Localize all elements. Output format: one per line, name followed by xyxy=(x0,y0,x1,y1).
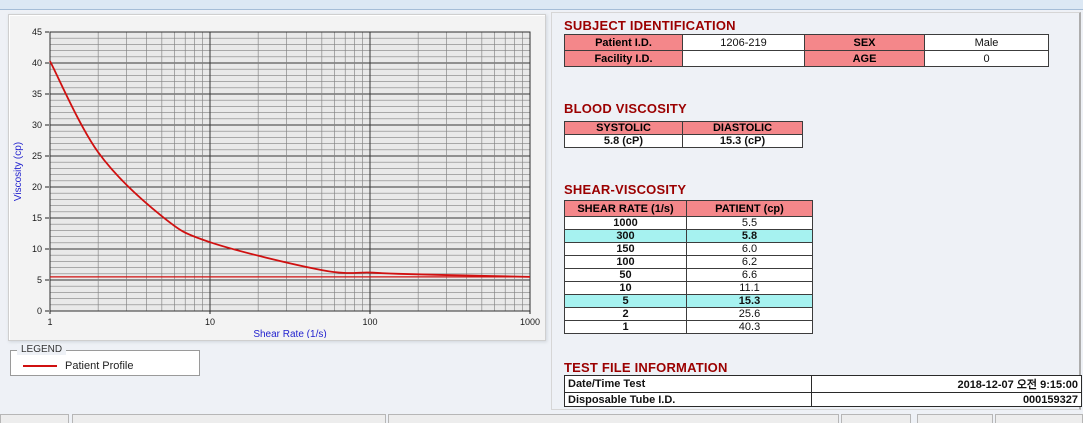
svg-text:45: 45 xyxy=(32,27,42,37)
patient-viscosity-cell: 40.3 xyxy=(686,320,813,334)
table-row: SYSTOLIC DIASTOLIC xyxy=(564,121,803,135)
svg-text:10: 10 xyxy=(205,317,215,327)
window-top-bar xyxy=(0,0,1083,10)
table-row: Patient I.D. 1206-219 SEX Male xyxy=(564,34,1049,51)
shear-viscosity-chart: 0 5 10 15 20 25 30 35 40 45 1 10 100 1000 Shear Rate (… xyxy=(13,27,540,338)
patient-viscosity-cell: 5.5 xyxy=(686,216,813,230)
facility-id-label: Facility I.D. xyxy=(564,50,683,67)
shear-rate-cell: 150 xyxy=(564,242,687,256)
shear-rate-cell: 1000 xyxy=(564,216,687,230)
table-row: 1 40.3 xyxy=(564,320,813,334)
subject-identification-title: SUBJECT IDENTIFICATION xyxy=(564,18,736,33)
patient-viscosity-cell: 6.2 xyxy=(686,255,813,269)
svg-text:35: 35 xyxy=(32,89,42,99)
test-file-information-title: TEST FILE INFORMATION xyxy=(564,360,728,375)
shear-viscosity-table: SHEAR RATE (1/s) PATIENT (cp) 1000 5.5 30… xyxy=(564,200,813,334)
table-row: 50 6.6 xyxy=(564,268,813,282)
svg-text:1: 1 xyxy=(47,317,52,327)
table-row: 5.8 (cP) 15.3 (cP) xyxy=(564,134,803,148)
shear-rate-cell: 1 xyxy=(564,320,687,334)
svg-text:1000: 1000 xyxy=(520,317,540,327)
table-row: 100 6.2 xyxy=(564,255,813,269)
patient-column-header: PATIENT (cp) xyxy=(686,200,813,217)
table-row: Date/Time Test 2018-12-07 오전 9:15:00 xyxy=(564,375,1082,393)
svg-text:Viscosity (cp): Viscosity (cp) xyxy=(13,142,24,201)
table-row: 2 25.6 xyxy=(564,307,813,321)
svg-text:5: 5 xyxy=(37,275,42,285)
table-row: 1000 5.5 xyxy=(564,216,813,230)
shear-rate-column-header: SHEAR RATE (1/s) xyxy=(564,200,687,217)
legend-line-swatch xyxy=(23,365,57,367)
table-row: 150 6.0 xyxy=(564,242,813,256)
blood-viscosity-title: BLOOD VISCOSITY xyxy=(564,101,687,116)
legend-entry: Patient Profile xyxy=(23,360,133,372)
sex-value: Male xyxy=(924,34,1049,51)
svg-text:15: 15 xyxy=(32,213,42,223)
patient-viscosity-cell: 15.3 xyxy=(686,294,813,308)
svg-text:0: 0 xyxy=(37,306,42,316)
svg-text:10: 10 xyxy=(32,244,42,254)
viscosity-chart-panel: 0 5 10 15 20 25 30 35 40 45 1 10 100 1000 Shear Rate (… xyxy=(8,14,546,341)
age-value: 0 xyxy=(924,50,1049,67)
patient-id-label: Patient I.D. xyxy=(564,34,683,51)
legend-series-label: Patient Profile xyxy=(65,360,134,372)
shear-rate-cell: 300 xyxy=(564,229,687,243)
shear-rate-cell: 2 xyxy=(564,307,687,321)
date-time-test-value: 2018-12-07 오전 9:15:00 xyxy=(811,375,1082,393)
patient-viscosity-cell: 6.6 xyxy=(686,268,813,282)
bottom-bar-segment-5[interactable] xyxy=(917,414,993,423)
disposable-tube-id-value: 000159327 xyxy=(811,392,1082,407)
sex-label: SEX xyxy=(804,34,925,51)
table-header-row: SHEAR RATE (1/s) PATIENT (cp) xyxy=(564,200,813,217)
date-time-test-label: Date/Time Test xyxy=(564,375,812,393)
svg-text:40: 40 xyxy=(32,58,42,68)
svg-text:100: 100 xyxy=(362,317,377,327)
bottom-bar-segment-4[interactable] xyxy=(841,414,911,423)
patient-id-value: 1206-219 xyxy=(682,34,805,51)
report-panel: SUBJECT IDENTIFICATION Patient I.D. 1206… xyxy=(551,12,1082,410)
table-row: Facility I.D. AGE 0 xyxy=(564,50,1049,67)
diastolic-label: DIASTOLIC xyxy=(682,121,803,135)
patient-viscosity-cell: 5.8 xyxy=(686,229,813,243)
legend-caption: LEGEND xyxy=(17,344,67,355)
patient-viscosity-cell: 6.0 xyxy=(686,242,813,256)
shear-rate-cell: 100 xyxy=(564,255,687,269)
patient-viscosity-cell: 11.1 xyxy=(686,281,813,295)
patient-viscosity-cell: 25.6 xyxy=(686,307,813,321)
table-row: 300 5.8 xyxy=(564,229,813,243)
bottom-bar-segment-2[interactable] xyxy=(72,414,386,423)
disposable-tube-id-label: Disposable Tube I.D. xyxy=(564,392,812,407)
diastolic-value: 15.3 (cP) xyxy=(682,134,803,148)
svg-text:20: 20 xyxy=(32,182,42,192)
shear-rate-cell: 50 xyxy=(564,268,687,282)
systolic-label: SYSTOLIC xyxy=(564,121,683,135)
systolic-value: 5.8 (cP) xyxy=(564,134,683,148)
svg-text:25: 25 xyxy=(32,151,42,161)
shear-rate-cell: 5 xyxy=(564,294,687,308)
table-row: 5 15.3 xyxy=(564,294,813,308)
bottom-bar-segment-3[interactable] xyxy=(388,414,839,423)
blood-viscosity-table: SYSTOLIC DIASTOLIC 5.8 (cP) 15.3 (cP) xyxy=(564,121,803,148)
shear-rate-cell: 10 xyxy=(564,281,687,295)
shear-viscosity-title: SHEAR-VISCOSITY xyxy=(564,182,687,197)
bottom-bar-segment-1[interactable] xyxy=(0,414,69,423)
svg-text:30: 30 xyxy=(32,120,42,130)
age-label: AGE xyxy=(804,50,925,67)
subject-identification-table: Patient I.D. 1206-219 SEX Male Facility … xyxy=(564,34,1049,67)
table-row: 10 11.1 xyxy=(564,281,813,295)
legend-box: LEGEND Patient Profile xyxy=(10,344,200,376)
facility-id-value xyxy=(682,50,805,67)
table-row: Disposable Tube I.D. 000159327 xyxy=(564,392,1082,407)
bottom-bar-segment-6[interactable] xyxy=(995,414,1083,423)
test-file-information-table: Date/Time Test 2018-12-07 오전 9:15:00 Dis… xyxy=(564,375,1082,407)
svg-text:Shear Rate (1/s): Shear Rate (1/s) xyxy=(253,329,326,338)
